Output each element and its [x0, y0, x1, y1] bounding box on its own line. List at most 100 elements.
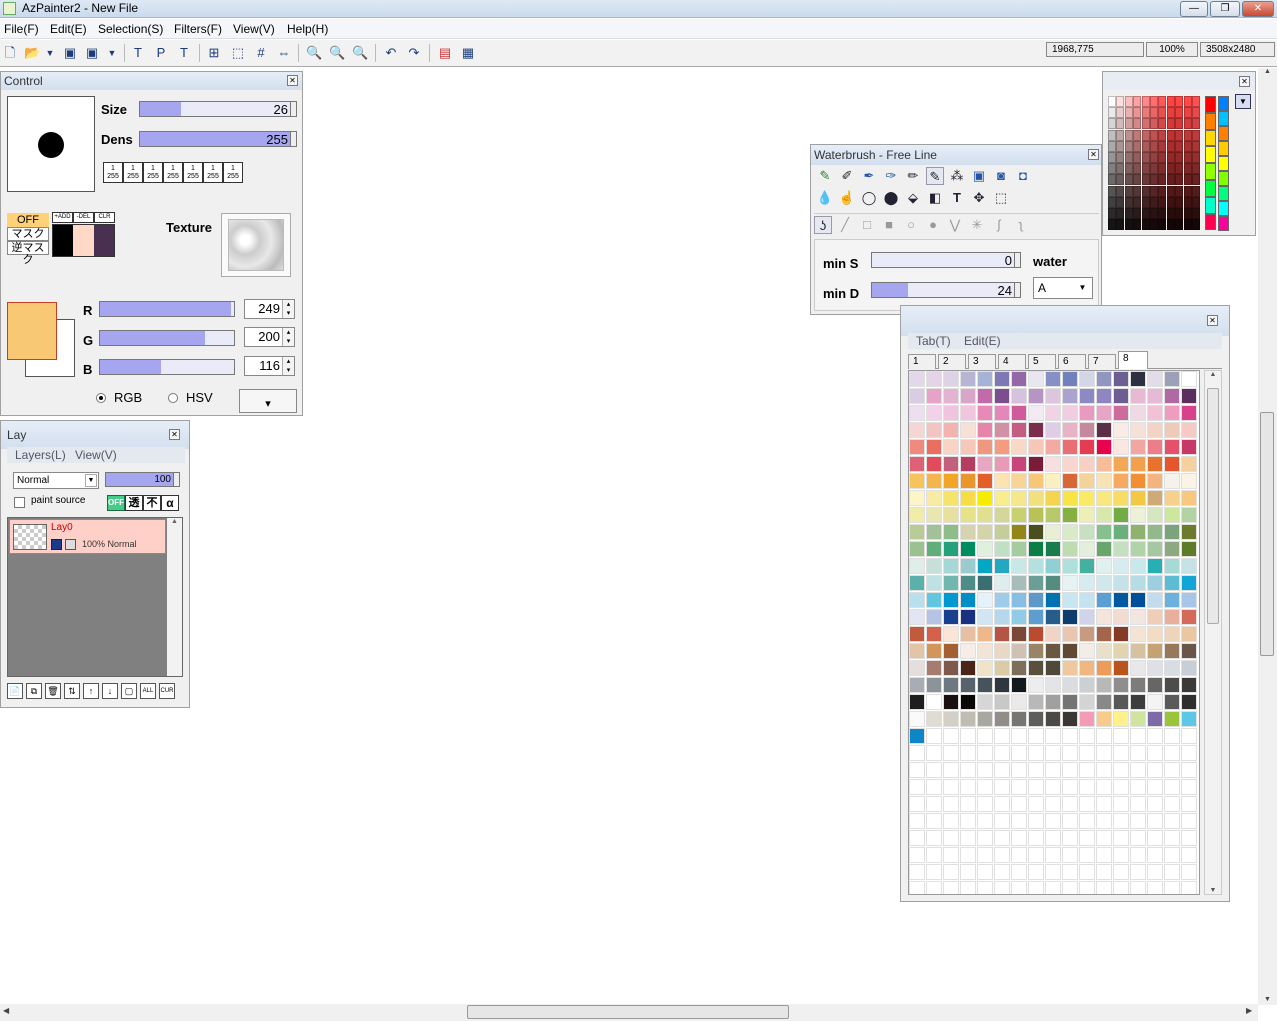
- palette-swatch[interactable]: [1079, 575, 1095, 591]
- palette-swatch[interactable]: [926, 847, 942, 863]
- palette-swatch[interactable]: [1130, 677, 1146, 693]
- palette-swatch[interactable]: [1062, 779, 1078, 795]
- picker-swatch[interactable]: [1108, 208, 1116, 219]
- palette-tab-1[interactable]: 1: [908, 354, 936, 369]
- min-d-slider[interactable]: 24: [871, 282, 1021, 298]
- palette-swatch[interactable]: [1079, 456, 1095, 472]
- close-button[interactable]: ✕: [1242, 1, 1274, 17]
- palette-swatch[interactable]: [1045, 507, 1061, 523]
- palette-swatch[interactable]: [1147, 405, 1163, 421]
- hue-swatch[interactable]: [1218, 141, 1229, 156]
- palette-swatch[interactable]: [1062, 541, 1078, 557]
- fg-color-swatch[interactable]: [7, 302, 57, 360]
- palette-swatch[interactable]: [994, 643, 1010, 659]
- palette-swatch[interactable]: [909, 779, 925, 795]
- palette-swatch[interactable]: [1130, 745, 1146, 761]
- palette-swatch[interactable]: [1011, 575, 1027, 591]
- palette-swatch[interactable]: [926, 388, 942, 404]
- picker-swatch[interactable]: [1108, 196, 1116, 208]
- palette-swatch[interactable]: [1113, 643, 1129, 659]
- palette-swatch[interactable]: [1079, 507, 1095, 523]
- palette-swatch[interactable]: [1164, 660, 1180, 676]
- palette-swatch[interactable]: [960, 830, 976, 846]
- palette-swatch[interactable]: [994, 575, 1010, 591]
- palette-swatch[interactable]: [1062, 422, 1078, 438]
- water-mode-select[interactable]: A ▼: [1033, 277, 1093, 299]
- palette-swatch[interactable]: [909, 728, 925, 744]
- palette-swatch[interactable]: [960, 881, 976, 894]
- palette-swatch[interactable]: [943, 847, 959, 863]
- palette-swatch[interactable]: [960, 422, 976, 438]
- palette-swatch[interactable]: [1079, 473, 1095, 489]
- palette-swatch[interactable]: [977, 371, 993, 387]
- canvas-resize-icon[interactable]: ⊞: [206, 45, 222, 61]
- layer-props-icon[interactable]: ▢: [121, 683, 137, 699]
- picker-swatch[interactable]: [1183, 174, 1192, 186]
- palette-swatch[interactable]: [1113, 830, 1129, 846]
- palette-swatch[interactable]: [1147, 490, 1163, 506]
- picker-swatch[interactable]: [1108, 174, 1116, 186]
- palette-swatch[interactable]: [1079, 864, 1095, 880]
- palette-swatch[interactable]: [1079, 609, 1095, 625]
- save-as-icon[interactable]: ▣: [84, 45, 100, 61]
- palette-swatch[interactable]: [1079, 762, 1095, 778]
- picker-swatch[interactable]: [1141, 163, 1150, 175]
- palette-swatch[interactable]: [1130, 507, 1146, 523]
- picker-swatch[interactable]: [1175, 140, 1184, 152]
- zoom-in-icon[interactable]: 🔍: [329, 45, 345, 61]
- palette-swatch[interactable]: [1147, 728, 1163, 744]
- picker-swatch[interactable]: [1124, 174, 1133, 186]
- picker-swatch[interactable]: [1116, 152, 1125, 163]
- palette-swatch[interactable]: [994, 558, 1010, 574]
- palette-swatch[interactable]: [1096, 796, 1112, 812]
- palette-swatch[interactable]: [977, 473, 993, 489]
- palette-swatch[interactable]: [1130, 830, 1146, 846]
- horizontal-scrollbar[interactable]: ◀ ▶: [0, 1004, 1258, 1021]
- palette-swatch[interactable]: [926, 643, 942, 659]
- picker-swatch[interactable]: [1108, 118, 1116, 130]
- palette-swatch[interactable]: [1096, 864, 1112, 880]
- picker-swatch[interactable]: [1133, 185, 1142, 197]
- picker-swatch[interactable]: [1150, 208, 1158, 219]
- text-icon[interactable]: T: [948, 189, 966, 207]
- paint-source-checkbox[interactable]: [14, 497, 25, 508]
- palette-swatch[interactable]: [1096, 830, 1112, 846]
- palette-swatch[interactable]: [1011, 524, 1027, 540]
- palette-swatch[interactable]: [960, 813, 976, 829]
- palette-swatch[interactable]: [1011, 728, 1027, 744]
- close-icon[interactable]: ✕: [1207, 315, 1218, 326]
- palette-swatch[interactable]: [977, 728, 993, 744]
- palette-swatch[interactable]: [1045, 813, 1061, 829]
- palette-swatch[interactable]: [943, 762, 959, 778]
- palette-swatch[interactable]: [1130, 813, 1146, 829]
- picker-swatch[interactable]: [1175, 163, 1184, 175]
- palette-swatch[interactable]: [1062, 728, 1078, 744]
- palette-swatch[interactable]: [1045, 677, 1061, 693]
- scroll-left-icon[interactable]: ◀: [3, 1006, 9, 1015]
- palette-swatch[interactable]: [1130, 796, 1146, 812]
- palette-swatch[interactable]: [1147, 830, 1163, 846]
- waterbrush-icon[interactable]: ✎: [926, 167, 944, 185]
- palette-swatch[interactable]: [994, 422, 1010, 438]
- palette-swatch[interactable]: [1130, 592, 1146, 608]
- palette-swatch[interactable]: [1079, 422, 1095, 438]
- palette-swatch[interactable]: [977, 762, 993, 778]
- palette-swatch[interactable]: [1096, 677, 1112, 693]
- palette-swatch[interactable]: [994, 728, 1010, 744]
- palette-swatch[interactable]: [960, 388, 976, 404]
- palette-swatch[interactable]: [1011, 541, 1027, 557]
- palette-swatch[interactable]: [1028, 864, 1044, 880]
- palette-swatch[interactable]: [1062, 456, 1078, 472]
- palette-swatch[interactable]: [1181, 847, 1197, 863]
- palette-swatch[interactable]: [1130, 541, 1146, 557]
- palette-swatch[interactable]: [1079, 439, 1095, 455]
- opacity-slider[interactable]: 100: [105, 472, 180, 487]
- palette-swatch[interactable]: [1011, 558, 1027, 574]
- palette-swatch[interactable]: [1181, 762, 1197, 778]
- palette-swatch[interactable]: [909, 609, 925, 625]
- fill-bucket-icon[interactable]: ⬙: [904, 189, 922, 207]
- picker-swatch[interactable]: [1141, 174, 1150, 186]
- palette-swatch[interactable]: [960, 626, 976, 642]
- palette-swatch[interactable]: [926, 694, 942, 710]
- palette-swatch[interactable]: [994, 694, 1010, 710]
